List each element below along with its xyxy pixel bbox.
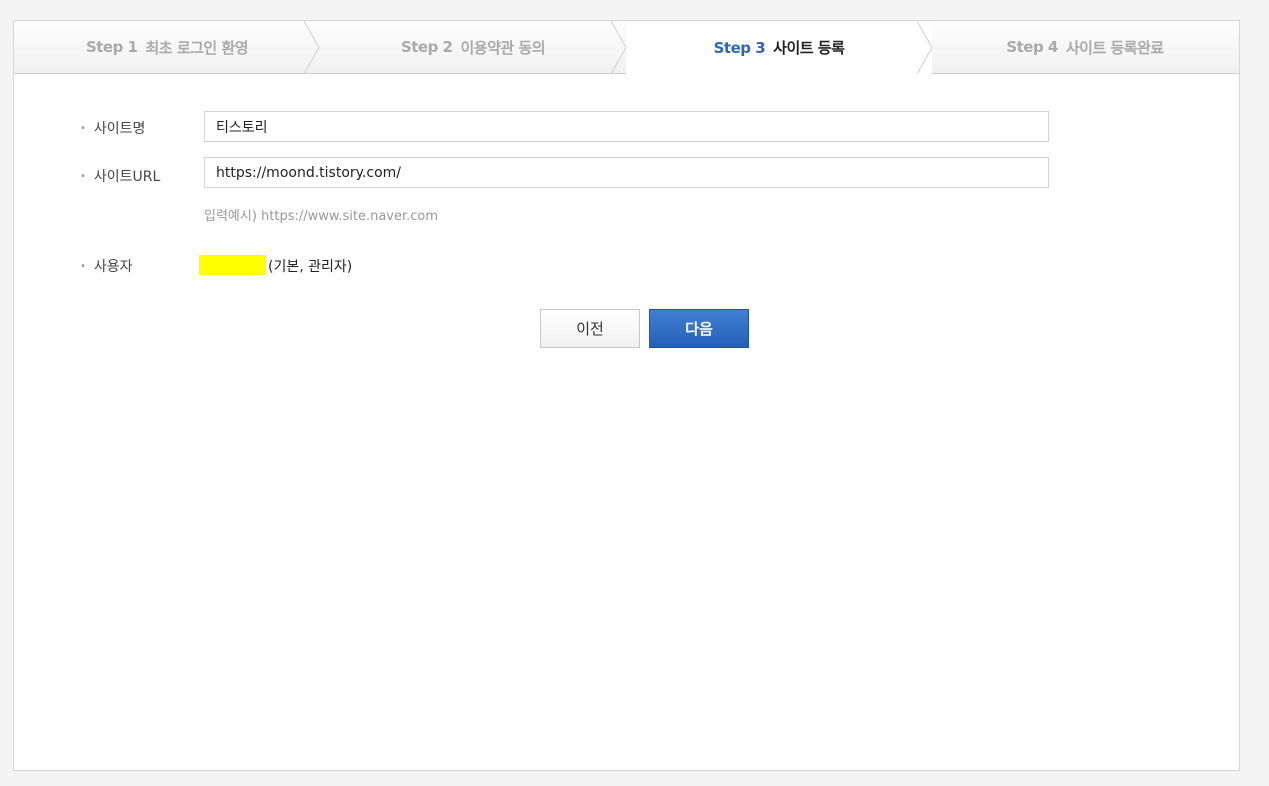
site-registration-panel: Step 1 최초 로그인 환영 Step 2 이용약관 동의 Step 3 사…: [13, 20, 1240, 771]
step-separator-chevron-icon: [917, 21, 933, 74]
site-name-input[interactable]: [204, 111, 1049, 142]
prev-button[interactable]: 이전: [540, 309, 640, 348]
step-2-number: Step 2: [400, 38, 453, 56]
bullet-icon: •: [80, 123, 86, 134]
site-name-label: • 사이트명: [80, 121, 146, 137]
step-separator-chevron-icon: [304, 21, 320, 74]
user-label: • 사용자: [80, 259, 133, 275]
bullet-icon: •: [80, 261, 86, 272]
step-3-active: Step 3 사이트 등록: [626, 21, 932, 74]
next-button[interactable]: 다음: [649, 309, 749, 348]
site-url-input[interactable]: [204, 157, 1049, 188]
step-separator-chevron-icon: [611, 21, 627, 74]
user-role-text: (기본, 관리자): [268, 259, 353, 275]
step-4: Step 4 사이트 등록완료: [932, 21, 1238, 73]
user-name-redacted-highlight: [199, 255, 266, 275]
step-2: Step 2 이용약관 동의: [320, 21, 626, 73]
step-4-number: Step 4: [1006, 38, 1058, 56]
bullet-icon: •: [80, 171, 86, 182]
step-1-title: 최초 로그인 환영: [145, 38, 249, 57]
step-progress-bar: Step 1 최초 로그인 환영 Step 2 이용약관 동의 Step 3 사…: [14, 21, 1239, 74]
step-2-title: 이용약관 동의: [460, 38, 546, 57]
step-3-number: Step 3: [713, 38, 766, 57]
step-4-title: 사이트 등록완료: [1065, 38, 1164, 57]
step-3-title: 사이트 등록: [773, 39, 845, 57]
step-1-number: Step 1: [85, 38, 138, 56]
site-url-label: • 사이트URL: [80, 169, 161, 185]
step-1: Step 1 최초 로그인 환영: [14, 21, 320, 73]
site-url-example-hint: 입력예시) https://www.site.naver.com: [204, 209, 439, 224]
